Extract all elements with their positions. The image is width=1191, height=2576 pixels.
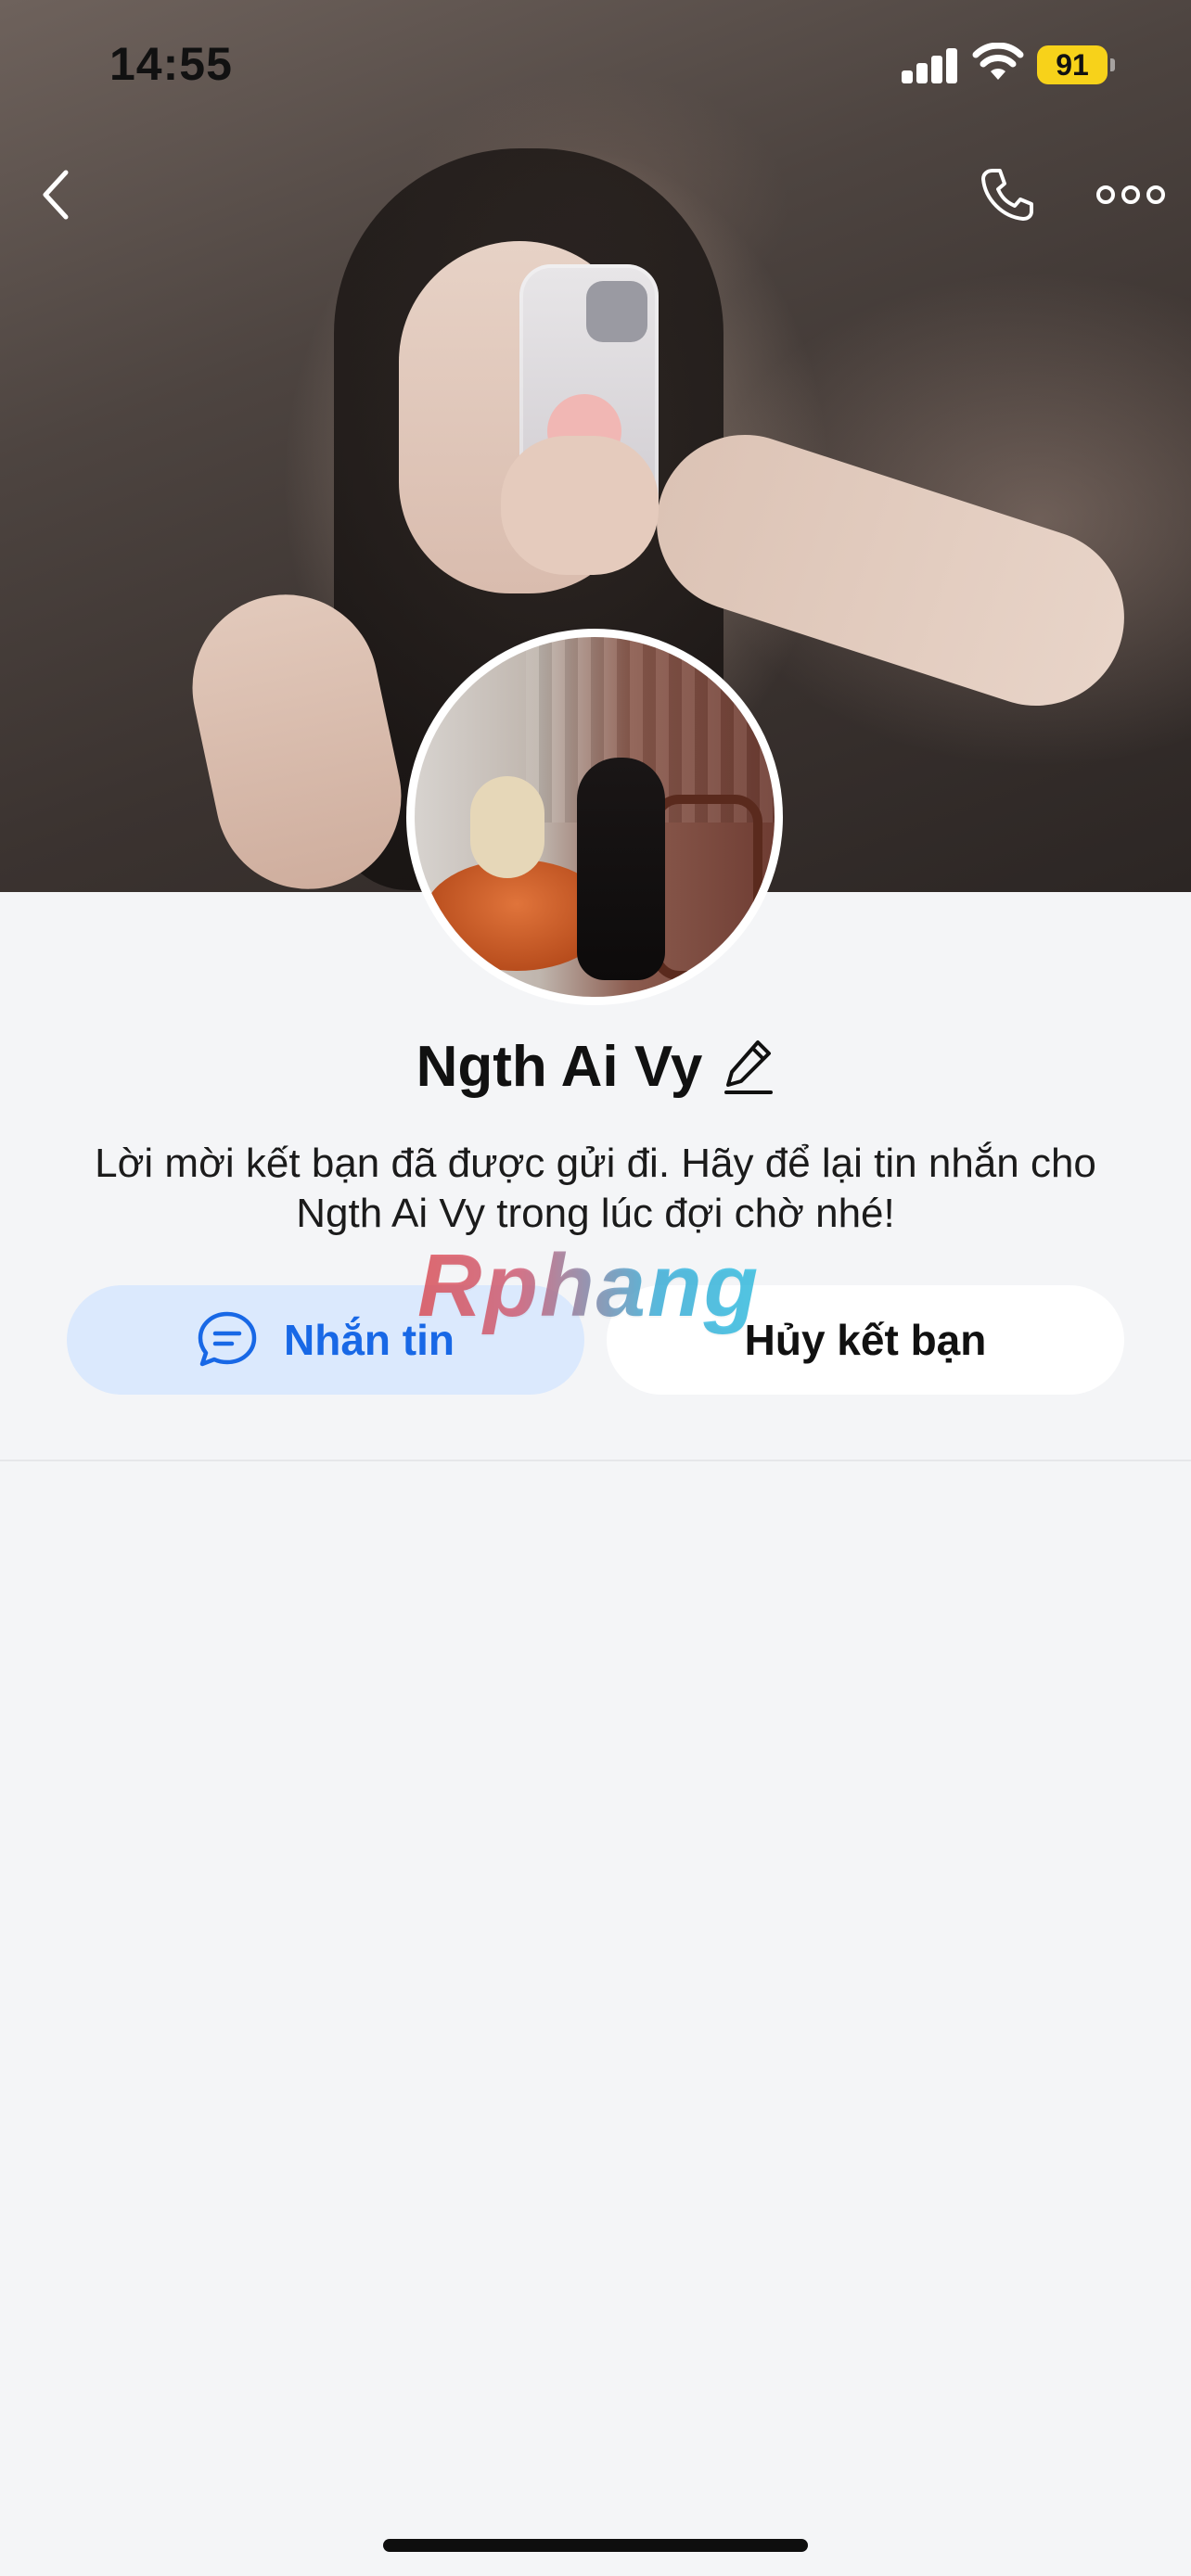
- battery-icon: 91: [1037, 45, 1115, 84]
- edit-name-button[interactable]: [723, 1037, 775, 1096]
- avatar[interactable]: [406, 629, 783, 1005]
- section-divider: [0, 1460, 1191, 1461]
- back-button[interactable]: [28, 158, 83, 232]
- friend-request-note: Lời mời kết bạn đã được gửi đi. Hãy để l…: [95, 1141, 1096, 1236]
- battery-level: 91: [1037, 45, 1108, 84]
- more-options-button[interactable]: [1095, 167, 1167, 223]
- chevron-left-icon: [43, 170, 69, 220]
- status-time: 14:55: [109, 38, 233, 90]
- avatar-photo: [415, 637, 775, 997]
- pencil-icon: [724, 1040, 774, 1094]
- profile-name: Ngth Ai Vy: [416, 1034, 703, 1099]
- unfriend-button-label: Hủy kết bạn: [744, 1316, 987, 1364]
- phone-icon: [981, 169, 1033, 221]
- status-bar: 14:55 91: [0, 0, 1191, 130]
- cellular-signal-icon: [902, 46, 959, 83]
- profile-name-row: Ngth Ai Vy: [0, 1027, 1191, 1105]
- wifi-icon: [972, 42, 1024, 83]
- call-button[interactable]: [972, 159, 1043, 230]
- chat-bubble-icon: [198, 1311, 257, 1367]
- home-indicator[interactable]: [383, 2539, 808, 2552]
- ellipsis-icon: [1096, 185, 1165, 204]
- profile-screen: 14:55 91 Ngth Ai Vy Lời mời kết bạn đã đ…: [0, 0, 1191, 2576]
- watermark: Rphang: [417, 1236, 761, 1335]
